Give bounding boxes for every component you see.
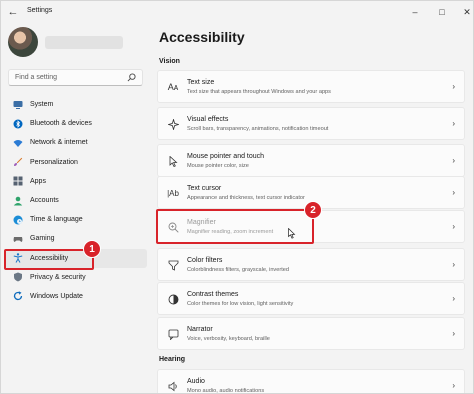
chevron-right-icon: › [452, 294, 455, 303]
narrator-icon [167, 328, 179, 340]
chevron-right-icon: › [452, 82, 455, 91]
chevron-right-icon: › [452, 329, 455, 338]
globe-clock-icon [13, 215, 23, 225]
page-title: Accessibility [159, 29, 245, 45]
account-name-redacted [45, 36, 123, 49]
card-title: Contrast themes [187, 291, 239, 298]
card-title: Mouse pointer and touch [187, 153, 265, 160]
sidebar-item-apps[interactable]: Apps [4, 172, 147, 191]
card-title: Text size [187, 79, 215, 86]
card-audio[interactable]: Audio Mono audio, audio notifications › [157, 369, 465, 394]
annotation-box-magnifier [156, 209, 314, 244]
color-filters-icon [167, 259, 179, 271]
card-description: Scroll bars, transparency, animations, n… [187, 126, 329, 132]
chevron-right-icon: › [452, 188, 455, 197]
sidebar-item-label: Network & internet [30, 139, 88, 147]
card-description: Color themes for low vision, light sensi… [187, 301, 294, 307]
sidebar-item-label: Time & language [30, 216, 83, 224]
text-size-icon: Aᴀ [167, 82, 179, 92]
sidebar-item-windows-update[interactable]: Windows Update [4, 287, 147, 306]
sidebar-item-personalization[interactable]: Personalization [4, 153, 147, 172]
chevron-right-icon: › [452, 381, 455, 390]
sidebar-item-bluetooth[interactable]: Bluetooth & devices [4, 114, 147, 133]
visual-effects-icon [167, 118, 179, 130]
sidebar-nav: System Bluetooth & devices Network & int… [4, 95, 147, 306]
section-heading-vision: Vision [159, 58, 180, 65]
annotation-box-accessibility [4, 249, 94, 270]
chevron-right-icon: › [452, 260, 455, 269]
avatar[interactable] [8, 27, 38, 57]
card-visual-effects[interactable]: Visual effects Scroll bars, transparency… [157, 107, 465, 140]
sidebar-item-label: Apps [30, 177, 46, 185]
card-title: Audio [187, 378, 205, 385]
card-description: Appearance and thickness, text cursor in… [187, 195, 305, 201]
maximize-button[interactable]: □ [433, 3, 451, 21]
sidebar-item-privacy[interactable]: Privacy & security [4, 268, 147, 287]
card-description: Voice, verbosity, keyboard, braille [187, 336, 270, 342]
window-title: Settings [27, 7, 53, 14]
sidebar-item-label: Privacy & security [30, 273, 86, 281]
audio-icon [167, 380, 179, 392]
sidebar-item-label: Gaming [30, 235, 55, 243]
shield-icon [13, 272, 23, 282]
contrast-icon [167, 293, 179, 305]
annotation-badge-2: 2 [304, 201, 322, 219]
close-button[interactable]: ✕ [458, 3, 473, 21]
section-heading-hearing: Hearing [159, 356, 186, 363]
monitor-icon [13, 100, 23, 110]
update-icon [13, 291, 23, 301]
gamepad-icon [13, 234, 23, 244]
card-description: Mono audio, audio notifications [187, 388, 265, 394]
apps-icon [13, 176, 23, 186]
minimize-button[interactable]: – [406, 3, 424, 21]
text-cursor-icon: |Ab [167, 188, 179, 198]
sidebar-item-gaming[interactable]: Gaming [4, 229, 147, 248]
sidebar-item-label: Windows Update [30, 292, 83, 300]
sidebar-item-label: Accounts [30, 197, 59, 205]
card-description: Text size that appears throughout Window… [187, 89, 331, 95]
sidebar-item-label: Bluetooth & devices [30, 120, 92, 128]
search-placeholder: Find a setting [15, 74, 58, 81]
card-narrator[interactable]: Narrator Voice, verbosity, keyboard, bra… [157, 317, 465, 350]
card-text-size[interactable]: Aᴀ Text size Text size that appears thro… [157, 70, 465, 103]
card-title: Text cursor [187, 185, 222, 192]
sidebar-item-accounts[interactable]: Accounts [4, 191, 147, 210]
card-title: Narrator [187, 326, 213, 333]
card-title: Color filters [187, 257, 223, 264]
card-title: Visual effects [187, 116, 229, 123]
card-description: Mouse pointer color, size [187, 163, 249, 169]
chevron-right-icon: › [452, 119, 455, 128]
settings-window: ← Settings – □ ✕ Find a setting System B… [0, 0, 474, 394]
card-color-filters[interactable]: Color filters Colorblindness filters, gr… [157, 248, 465, 281]
card-contrast-themes[interactable]: Contrast themes Color themes for low vis… [157, 282, 465, 315]
wifi-icon [13, 138, 23, 148]
mouse-pointer-icon [167, 155, 179, 167]
card-description: Colorblindness filters, grayscale, inver… [187, 267, 289, 273]
sidebar-item-network[interactable]: Network & internet [4, 133, 147, 152]
sidebar-item-system[interactable]: System [4, 95, 147, 114]
title-bar: ← Settings – □ ✕ [1, 1, 473, 23]
bluetooth-icon [13, 119, 23, 129]
search-input[interactable]: Find a setting [8, 69, 143, 86]
brush-icon [13, 157, 23, 167]
search-icon [127, 73, 136, 82]
sidebar-item-label: Personalization [30, 158, 78, 166]
chevron-right-icon: › [452, 222, 455, 231]
sidebar-item-time-language[interactable]: Time & language [4, 210, 147, 229]
annotation-badge-1: 1 [83, 240, 101, 258]
chevron-right-icon: › [452, 156, 455, 165]
back-arrow-icon[interactable]: ← [5, 4, 21, 20]
person-icon [13, 196, 23, 206]
sidebar-item-label: System [30, 101, 54, 109]
card-mouse-pointer[interactable]: Mouse pointer and touch Mouse pointer co… [157, 144, 465, 177]
